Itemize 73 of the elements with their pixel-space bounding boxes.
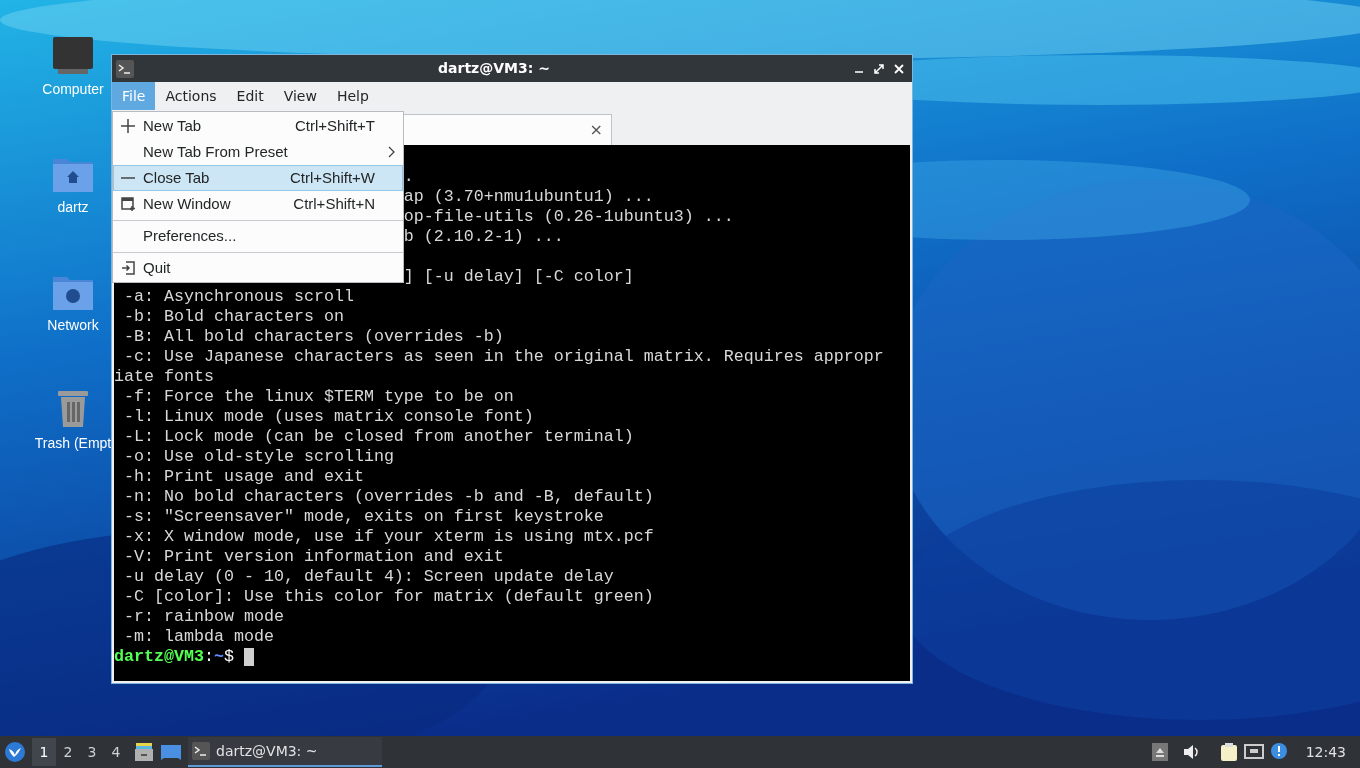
new-window-icon (121, 197, 135, 211)
close-icon[interactable] (894, 63, 904, 74)
prompt-user-host: dartz@VM3 (114, 647, 204, 667)
tab-close-button[interactable]: × (589, 122, 603, 138)
terminal-line: op-file-utils (0.26-1ubuntu3) ... (403, 207, 734, 226)
prompt-colon: : (203, 647, 214, 667)
terminal-line: -n: No bold characters (overrides -b and -B, default) (123, 487, 654, 506)
desktop-icon-label[interactable]: Trash (Empt (34, 433, 112, 454)
shortcut-label: Ctrl+Shift+T (294, 115, 376, 136)
terminal-line: -u delay (0 - 10, default 4): Screen update delay (123, 567, 614, 586)
terminal-line: -b: Bold characters on (123, 307, 344, 326)
terminal-line: -V: Print version information and exit (123, 547, 504, 566)
menu-entry-label: New Tab From Preset (143, 141, 289, 162)
terminal-icon (116, 59, 134, 78)
clock[interactable]: 12:43 (1295, 741, 1356, 763)
terminal-line: -o: Use old-style scrolling (123, 447, 394, 466)
workspace-button[interactable]: 4 (104, 738, 128, 766)
menu-item[interactable]: Edit (226, 82, 274, 110)
terminal-line: -B: All bold characters (overrides -b) (123, 327, 504, 346)
workspace-button[interactable]: 1 (32, 738, 56, 766)
clipboard-icon[interactable] (1219, 742, 1238, 762)
exit-icon (121, 261, 135, 275)
terminal-line: -C [color]: Use this color for matrix (default green) (123, 587, 654, 606)
workspace-button[interactable]: 3 (80, 738, 104, 766)
terminal-line: iate fonts (114, 367, 214, 386)
shortcut-label: Ctrl+Shift+W (289, 167, 376, 188)
menu-entry-label: Close Tab (143, 167, 211, 188)
menu-entry[interactable]: Close Tab Ctrl+Shift+W (113, 165, 403, 191)
terminal-line: -h: Print usage and exit (123, 467, 364, 486)
terminal-line: -s: "Screensaver" mode, exits on first keystroke (123, 507, 604, 526)
terminal-line: b (2.10.2-1) ... (403, 227, 564, 246)
menu-item[interactable]: Actions (155, 82, 227, 110)
terminal-line: -m: lambda mode (123, 627, 274, 646)
monitor-icon (52, 37, 94, 75)
network-icon[interactable] (1243, 743, 1264, 761)
desktop-icon-label[interactable]: dartz (57, 197, 89, 218)
menu-entry-label: New Window (143, 193, 232, 214)
menu-entry[interactable]: Quit (113, 255, 403, 281)
menu-entry-label: Preferences... (143, 225, 238, 246)
terminal-line: ] [-u delay] [-C color] (403, 267, 634, 286)
window-title: dartz@VM3: ~ (437, 59, 551, 78)
terminal-line: -L: Lock mode (can be closed from another terminal) (123, 427, 634, 446)
terminal-line: -x: X window mode, use if your xterm is using mtx.pcf (123, 527, 654, 546)
desktop-icon-label[interactable]: Network (47, 315, 99, 336)
notification-icon[interactable] (1269, 742, 1290, 762)
taskbar-task[interactable]: dartz@VM3: ~ (188, 737, 382, 767)
terminal-line: -l: Linux mode (uses matrix console font) (123, 407, 534, 426)
prompt-symbol: $ (223, 647, 234, 667)
terminal-icon (192, 742, 210, 760)
menu-entry[interactable]: New Tab From Preset (113, 139, 403, 165)
menu-entry-label: Quit (143, 257, 172, 278)
workspace-button[interactable]: 2 (56, 738, 80, 766)
plus-icon (121, 119, 135, 133)
menu-item[interactable]: Help (326, 82, 379, 110)
menu-entry[interactable]: New Window Ctrl+Shift+N (113, 191, 403, 217)
text-cursor (243, 648, 254, 666)
menu-entry[interactable]: New Tab Ctrl+Shift+T (113, 113, 403, 139)
menu-entry[interactable]: Preferences... (113, 223, 403, 249)
prompt-path: ~ (213, 647, 224, 667)
terminal-line: -c: Use Japanese characters as seen in the original matrix. Requires appropr (123, 347, 884, 366)
terminal-line: ap (3.70+nmu1ubuntu1) ... (403, 187, 654, 206)
terminal-line: -a: Asynchronous scroll (123, 287, 354, 306)
window-icon[interactable] (160, 742, 182, 762)
file-cabinet-icon[interactable] (134, 742, 154, 762)
menu-item[interactable]: View (273, 82, 327, 110)
speaker-icon[interactable] (1181, 743, 1200, 761)
eject-icon[interactable] (1151, 743, 1168, 761)
shortcut-label: Ctrl+Shift+N (293, 193, 376, 214)
terminal-line: -r: rainbow mode (123, 607, 284, 626)
maximize-icon[interactable] (874, 63, 884, 74)
terminal-line: . (403, 167, 414, 186)
terminal-line: -f: Force the linux $TERM type to be on (123, 387, 514, 406)
menu-entry-label: New Tab (143, 115, 203, 136)
